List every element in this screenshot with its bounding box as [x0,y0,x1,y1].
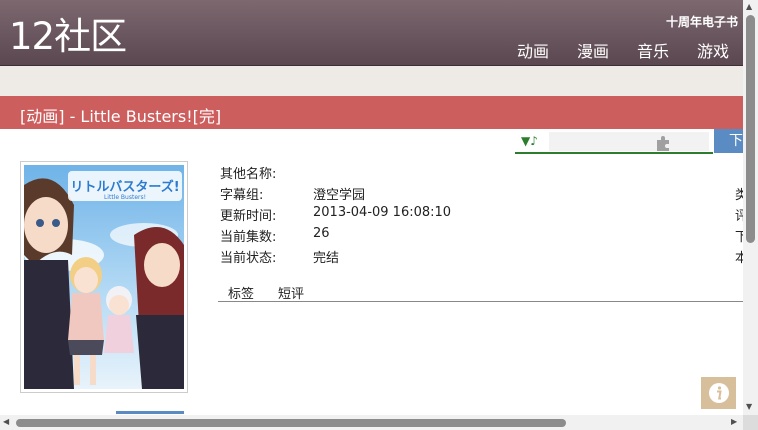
nav-item-manga[interactable]: 漫画 [577,38,609,62]
cover-frame: リトルバスターズ! Little Busters! [20,161,188,393]
nav-item-music[interactable]: 音乐 [637,38,669,62]
sub-header-strip [0,66,743,96]
cut-off-label: 类 [735,188,743,203]
nav-item-games[interactable]: 游戏 [697,38,729,62]
horizontal-scrollbar[interactable]: ◀ ▶ [0,415,743,430]
player-plugin-area[interactable] [549,132,709,151]
main-nav: 动画 漫画 音乐 游戏 [517,38,729,62]
cover-logo-text: リトルバスターズ! [70,179,179,195]
cut-off-label: 本 [735,251,743,266]
info-value[interactable]: 澄空学园 [313,184,365,203]
player-divider [515,152,713,154]
scroll-up-icon[interactable]: ▲ [746,2,752,11]
info-value: 完结 [313,251,340,266]
cover-logo-subtext: Little Busters! [104,194,146,201]
title-bar: [动画] - Little Busters![完] [0,96,743,129]
cut-off-label: 评 [735,209,743,224]
info-button[interactable] [701,377,736,409]
download-button[interactable]: 下 [714,129,744,153]
tab-short-reviews[interactable]: 短评 [278,283,304,302]
scroll-right-icon[interactable]: ▶ [731,417,737,426]
info-label: 字幕组: [220,188,264,203]
info-label: 其他名称: [220,167,277,182]
info-icon [708,383,729,403]
scrollbar-corner [743,415,758,430]
cover-tab-indicator [116,411,184,414]
page-title: [动画] - Little Busters![完] [20,107,222,126]
info-label: 更新时间: [220,209,277,224]
scroll-down-icon[interactable]: ▼ [746,402,752,411]
nav-item-anime[interactable]: 动画 [517,38,549,62]
cut-off-label: 下 [735,230,743,245]
info-label: 当前集数: [220,230,277,245]
site-header: 12社区 十周年电子书 动画 漫画 音乐 游戏 [0,0,743,66]
vertical-scroll-thumb[interactable] [746,15,755,243]
tab-tags[interactable]: 标签 [228,283,254,302]
horizontal-scroll-thumb[interactable] [16,419,566,427]
detail-tabs: 标签 短评 [218,283,743,302]
puzzle-plugin-icon [657,136,669,151]
anniversary-ebook-link[interactable]: 十周年电子书 [666,13,738,30]
vertical-scrollbar[interactable]: ▲ ▼ [743,0,758,415]
music-player: ▼♪ 下 [515,129,744,154]
cover-image[interactable]: リトルバスターズ! Little Busters! [24,165,184,389]
site-logo[interactable]: 12社区 [9,14,127,60]
info-value: 26 [313,226,330,241]
info-value: 2013-04-09 16:08:10 [313,205,452,220]
music-note-icon[interactable]: ▼♪ [521,134,538,148]
info-label: 当前状态: [220,251,277,266]
scroll-left-icon[interactable]: ◀ [3,417,9,426]
